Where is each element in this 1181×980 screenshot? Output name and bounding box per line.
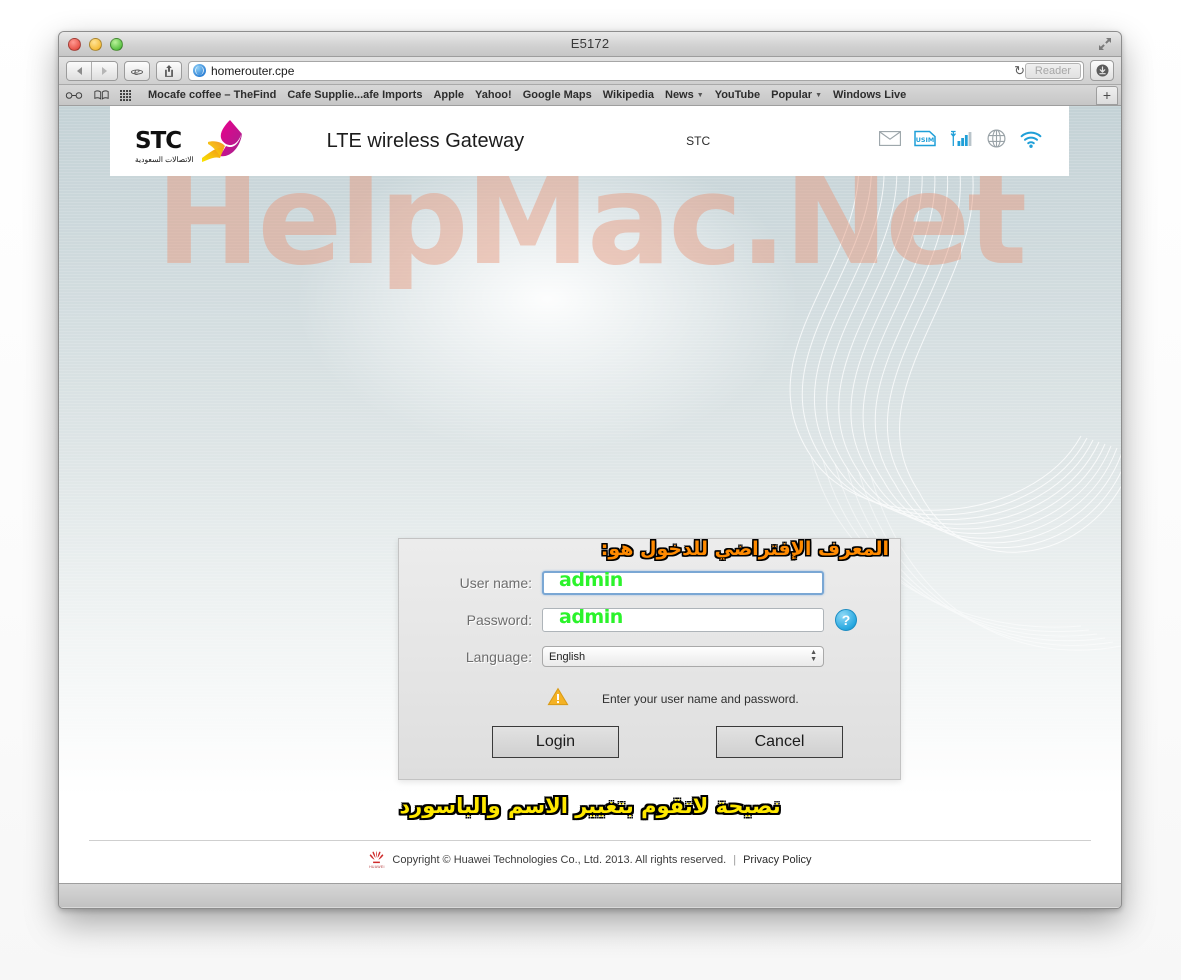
navigation-buttons-group (66, 60, 118, 81)
footer-separator: | (733, 853, 737, 866)
wifi-icon[interactable] (1019, 130, 1043, 153)
dialog-buttons-row: Login Cancel (492, 726, 900, 758)
huawei-flower-logo: HUAWEI (368, 850, 385, 869)
bookmark-label: YouTube (714, 89, 761, 101)
signal-bars-icon[interactable] (949, 130, 974, 152)
cancel-button[interactable]: Cancel (716, 726, 843, 758)
router-login-page: HelpMac.Net STC الاتصالات السعودية LTE w… (59, 106, 1121, 883)
reader-button[interactable]: Reader (1024, 62, 1081, 79)
bookmark-windows-live[interactable]: Windows Live (833, 89, 906, 101)
stc-logo: STC الاتصالات السعودية (135, 118, 244, 164)
stc-logo-arabic: الاتصالات السعودية (135, 155, 194, 164)
top-sites-grid-icon[interactable] (120, 89, 131, 101)
reading-glasses-icon[interactable] (65, 91, 83, 100)
username-row: User name: (399, 565, 900, 600)
warning-triangle-icon (547, 687, 569, 711)
svg-text:e: e (134, 65, 140, 77)
page-viewport: HelpMac.Net STC الاتصالات السعودية LTE w… (59, 106, 1121, 883)
bookmark-youtube[interactable]: YouTube (715, 89, 760, 101)
bookmark-label: Yahoo! (475, 89, 512, 101)
desktop-backdrop: E5172 e homerouter.cpe ↻ Reader Mocafe c… (0, 0, 1181, 980)
reload-icon[interactable]: ↻ (1014, 63, 1025, 79)
annotation-password-admin-text: admin (559, 606, 623, 628)
bookmark-label: Google Maps (522, 89, 592, 101)
router-header: STC الاتصالات السعودية LTE wireless Gate… (110, 106, 1069, 176)
downloads-icon[interactable] (1090, 60, 1114, 81)
hint-row: Enter your user name and password. (547, 687, 900, 711)
bookmark-cafe-supplies[interactable]: Cafe Supplie...afe Imports (287, 89, 422, 101)
sms-envelope-icon[interactable] (879, 131, 901, 151)
stc-logo-text: STC (135, 128, 182, 154)
chevron-down-icon: ▼ (696, 91, 704, 99)
new-tab-button[interactable]: + (1096, 86, 1118, 105)
copyright-text: Copyright © Huawei Technologies Co., Ltd… (392, 853, 727, 866)
bookmark-news-folder[interactable]: News ▼ (665, 89, 704, 101)
username-label: User name: (459, 574, 532, 591)
bookmark-label: Apple (433, 89, 465, 101)
window-status-bar (59, 883, 1121, 907)
safari-browser-window: E5172 e homerouter.cpe ↻ Reader Mocafe c… (58, 31, 1122, 909)
password-row: Password: ? (399, 602, 900, 637)
forward-arrow-icon[interactable] (92, 61, 117, 80)
language-label: Language: (465, 648, 532, 665)
annotation-arabic-bottom: نصيحة لاتقوم بتغيير الاسم والباسورد (399, 794, 781, 818)
url-text: homerouter.cpe (211, 63, 295, 78)
bookmark-google-maps[interactable]: Google Maps (523, 89, 592, 101)
usim-card-icon[interactable]: USIM (914, 130, 936, 152)
page-footer: HUAWEI Copyright © Huawei Technologies C… (89, 840, 1091, 869)
browser-toolbar: e homerouter.cpe ↻ Reader (59, 57, 1121, 85)
bookmark-apple[interactable]: Apple (433, 89, 464, 101)
bookmark-wikipedia[interactable]: Wikipedia (603, 89, 654, 101)
language-row: Language: English ▲ ▼ (399, 639, 900, 674)
svg-text:USIM: USIM (916, 136, 935, 144)
help-question-icon[interactable]: ? (835, 608, 857, 631)
bookmark-label: Windows Live (833, 89, 907, 101)
bookmark-label: Cafe Supplie...afe Imports (287, 89, 423, 101)
window-title: E5172 (570, 36, 610, 51)
internet-explorer-icon[interactable]: e (124, 60, 150, 81)
language-select[interactable]: English ▲ ▼ (542, 646, 824, 667)
share-icon[interactable] (156, 60, 182, 81)
address-bar[interactable]: homerouter.cpe ↻ Reader (188, 60, 1084, 81)
page-title: LTE wireless Gateway (326, 129, 525, 152)
language-selected-value: English (549, 650, 586, 663)
bookmark-label: News (665, 89, 694, 101)
stepper-arrows-icon: ▲ ▼ (810, 649, 817, 663)
globe-icon (193, 64, 206, 77)
hint-text: Enter your user name and password. (602, 692, 799, 706)
fullscreen-arrows-icon[interactable] (1097, 36, 1114, 53)
book-icon[interactable] (94, 90, 109, 100)
annotation-password-admin: admin (559, 606, 623, 628)
bookmark-label: Mocafe coffee – TheFind (148, 89, 277, 101)
bookmark-popular-folder[interactable]: Popular ▼ (771, 89, 822, 101)
operator-name: STC (686, 134, 711, 148)
status-icons-group: USIM (879, 129, 1043, 153)
chevron-down-icon: ▼ (815, 91, 822, 99)
bookmark-yahoo[interactable]: Yahoo! (475, 89, 512, 101)
bookmark-label: Wikipedia (602, 89, 654, 101)
back-arrow-icon[interactable] (67, 61, 92, 80)
annotation-username-admin: admin (559, 569, 623, 591)
stc-swoosh-icon (201, 120, 242, 162)
window-titlebar: E5172 (59, 32, 1121, 57)
login-panel: User name: Password: ? Language: English (398, 538, 901, 780)
annotation-arabic-top: المعرف الإفتراضي للدخول هو: (600, 538, 889, 560)
bookmarks-bar: Mocafe coffee – TheFind Cafe Supplie...a… (59, 85, 1121, 106)
login-button[interactable]: Login (492, 726, 619, 758)
annotation-username-admin-text: admin (559, 569, 623, 591)
huawei-wordmark: HUAWEI (369, 865, 385, 869)
bookmark-mocafe-coffee[interactable]: Mocafe coffee – TheFind (148, 89, 276, 101)
password-label: Password: (466, 611, 532, 628)
bookmark-label: Popular (771, 89, 813, 101)
privacy-policy-link[interactable]: Privacy Policy (743, 854, 811, 866)
internet-globe-icon[interactable] (987, 129, 1006, 153)
